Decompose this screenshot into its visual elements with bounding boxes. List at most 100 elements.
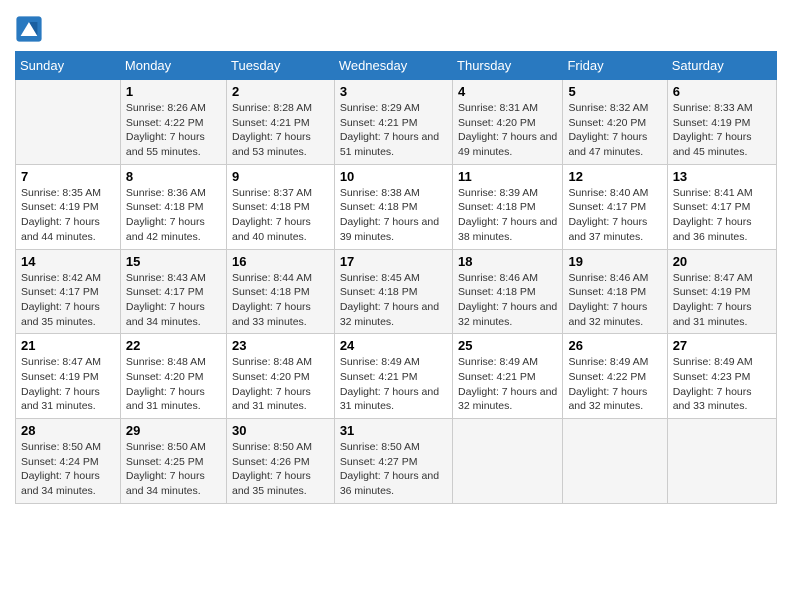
day-number: 25 bbox=[458, 338, 557, 353]
day-cell: 18 Sunrise: 8:46 AMSunset: 4:18 PMDayligh… bbox=[453, 249, 563, 334]
day-info: Sunrise: 8:41 AMSunset: 4:17 PMDaylight:… bbox=[673, 186, 771, 245]
day-cell: 4Sunrise: 8:31 AMSunset: 4:20 PMDaylight… bbox=[453, 80, 563, 165]
day-info: Sunrise: 8:50 AMSunset: 4:26 PMDaylight:… bbox=[232, 440, 329, 499]
day-info: Sunrise: 8:36 AMSunset: 4:18 PMDaylight:… bbox=[126, 186, 221, 245]
header-row: SundayMondayTuesdayWednesdayThursdayFrid… bbox=[16, 52, 777, 80]
day-number: 31 bbox=[340, 423, 447, 438]
day-number: 12 bbox=[568, 169, 661, 184]
day-cell: 23 Sunrise: 8:48 AMSunset: 4:20 PMDayligh… bbox=[227, 334, 335, 419]
day-cell: 14 Sunrise: 8:42 AMSunset: 4:17 PMDayligh… bbox=[16, 249, 121, 334]
day-info: Sunrise: 8:49 AMSunset: 4:21 PMDaylight:… bbox=[458, 355, 557, 414]
day-info: Sunrise: 8:47 AMSunset: 4:19 PMDaylight:… bbox=[673, 271, 771, 330]
day-cell: 9 Sunrise: 8:37 AMSunset: 4:18 PMDaylight… bbox=[227, 164, 335, 249]
day-info: Sunrise: 8:26 AMSunset: 4:22 PMDaylight:… bbox=[126, 101, 221, 160]
day-info: Sunrise: 8:35 AMSunset: 4:19 PMDaylight:… bbox=[21, 186, 115, 245]
day-number: 23 bbox=[232, 338, 329, 353]
header-cell-sunday: Sunday bbox=[16, 52, 121, 80]
day-info: Sunrise: 8:47 AMSunset: 4:19 PMDaylight:… bbox=[21, 355, 115, 414]
logo-icon bbox=[15, 15, 43, 43]
day-number: 2 bbox=[232, 84, 329, 99]
day-info: Sunrise: 8:42 AMSunset: 4:17 PMDaylight:… bbox=[21, 271, 115, 330]
day-cell: 29Sunrise: 8:50 AMSunset: 4:25 PMDayligh… bbox=[120, 419, 226, 504]
day-number: 11 bbox=[458, 169, 557, 184]
day-info: Sunrise: 8:49 AMSunset: 4:21 PMDaylight:… bbox=[340, 355, 447, 414]
day-cell: 28Sunrise: 8:50 AMSunset: 4:24 PMDayligh… bbox=[16, 419, 121, 504]
day-cell: 7 Sunrise: 8:35 AMSunset: 4:19 PMDaylight… bbox=[16, 164, 121, 249]
day-cell: 11 Sunrise: 8:39 AMSunset: 4:18 PMDayligh… bbox=[453, 164, 563, 249]
day-number: 7 bbox=[21, 169, 115, 184]
day-info: Sunrise: 8:49 AMSunset: 4:22 PMDaylight:… bbox=[568, 355, 661, 414]
day-number: 14 bbox=[21, 254, 115, 269]
day-cell: 25 Sunrise: 8:49 AMSunset: 4:21 PMDayligh… bbox=[453, 334, 563, 419]
day-cell: 19 Sunrise: 8:46 AMSunset: 4:18 PMDayligh… bbox=[563, 249, 667, 334]
day-info: Sunrise: 8:48 AMSunset: 4:20 PMDaylight:… bbox=[232, 355, 329, 414]
week-row-1: 1 Sunrise: 8:26 AMSunset: 4:22 PMDaylight… bbox=[16, 80, 777, 165]
day-info: Sunrise: 8:37 AMSunset: 4:18 PMDaylight:… bbox=[232, 186, 329, 245]
day-info: Sunrise: 8:46 AMSunset: 4:18 PMDaylight:… bbox=[568, 271, 661, 330]
day-cell bbox=[453, 419, 563, 504]
day-cell: 12 Sunrise: 8:40 AMSunset: 4:17 PMDayligh… bbox=[563, 164, 667, 249]
day-number: 9 bbox=[232, 169, 329, 184]
week-row-2: 7 Sunrise: 8:35 AMSunset: 4:19 PMDaylight… bbox=[16, 164, 777, 249]
day-number: 29 bbox=[126, 423, 221, 438]
day-cell: 10 Sunrise: 8:38 AMSunset: 4:18 PMDayligh… bbox=[334, 164, 452, 249]
day-info: Sunrise: 8:46 AMSunset: 4:18 PMDaylight:… bbox=[458, 271, 557, 330]
day-cell: 21Sunrise: 8:47 AMSunset: 4:19 PMDayligh… bbox=[16, 334, 121, 419]
day-number: 10 bbox=[340, 169, 447, 184]
day-cell: 15 Sunrise: 8:43 AMSunset: 4:17 PMDayligh… bbox=[120, 249, 226, 334]
day-cell: 3Sunrise: 8:29 AMSunset: 4:21 PMDaylight… bbox=[334, 80, 452, 165]
day-cell: 2 Sunrise: 8:28 AMSunset: 4:21 PMDaylight… bbox=[227, 80, 335, 165]
day-number: 17 bbox=[340, 254, 447, 269]
day-cell bbox=[563, 419, 667, 504]
day-number: 18 bbox=[458, 254, 557, 269]
day-number: 15 bbox=[126, 254, 221, 269]
day-cell: 24 Sunrise: 8:49 AMSunset: 4:21 PMDayligh… bbox=[334, 334, 452, 419]
day-info: Sunrise: 8:40 AMSunset: 4:17 PMDaylight:… bbox=[568, 186, 661, 245]
day-info: Sunrise: 8:44 AMSunset: 4:18 PMDaylight:… bbox=[232, 271, 329, 330]
day-number: 1 bbox=[126, 84, 221, 99]
day-number: 5 bbox=[568, 84, 661, 99]
day-cell: 16 Sunrise: 8:44 AMSunset: 4:18 PMDayligh… bbox=[227, 249, 335, 334]
day-info: Sunrise: 8:31 AMSunset: 4:20 PMDaylight:… bbox=[458, 101, 557, 160]
day-cell bbox=[667, 419, 776, 504]
day-info: Sunrise: 8:43 AMSunset: 4:17 PMDaylight:… bbox=[126, 271, 221, 330]
week-row-4: 21Sunrise: 8:47 AMSunset: 4:19 PMDayligh… bbox=[16, 334, 777, 419]
header-cell-monday: Monday bbox=[120, 52, 226, 80]
day-cell: 1 Sunrise: 8:26 AMSunset: 4:22 PMDaylight… bbox=[120, 80, 226, 165]
day-number: 30 bbox=[232, 423, 329, 438]
day-info: Sunrise: 8:32 AMSunset: 4:20 PMDaylight:… bbox=[568, 101, 661, 160]
day-number: 16 bbox=[232, 254, 329, 269]
day-info: Sunrise: 8:50 AMSunset: 4:24 PMDaylight:… bbox=[21, 440, 115, 499]
day-info: Sunrise: 8:39 AMSunset: 4:18 PMDaylight:… bbox=[458, 186, 557, 245]
header-cell-wednesday: Wednesday bbox=[334, 52, 452, 80]
day-number: 20 bbox=[673, 254, 771, 269]
header-cell-saturday: Saturday bbox=[667, 52, 776, 80]
day-info: Sunrise: 8:38 AMSunset: 4:18 PMDaylight:… bbox=[340, 186, 447, 245]
day-cell: 17 Sunrise: 8:45 AMSunset: 4:18 PMDayligh… bbox=[334, 249, 452, 334]
day-cell: 31 Sunrise: 8:50 AMSunset: 4:27 PMDayligh… bbox=[334, 419, 452, 504]
day-number: 22 bbox=[126, 338, 221, 353]
week-row-5: 28Sunrise: 8:50 AMSunset: 4:24 PMDayligh… bbox=[16, 419, 777, 504]
day-cell: 30 Sunrise: 8:50 AMSunset: 4:26 PMDayligh… bbox=[227, 419, 335, 504]
day-number: 13 bbox=[673, 169, 771, 184]
day-info: Sunrise: 8:28 AMSunset: 4:21 PMDaylight:… bbox=[232, 101, 329, 160]
day-cell: 8Sunrise: 8:36 AMSunset: 4:18 PMDaylight… bbox=[120, 164, 226, 249]
day-number: 3 bbox=[340, 84, 447, 99]
header-cell-tuesday: Tuesday bbox=[227, 52, 335, 80]
calendar-table: SundayMondayTuesdayWednesdayThursdayFrid… bbox=[15, 51, 777, 504]
day-number: 6 bbox=[673, 84, 771, 99]
day-cell: 27Sunrise: 8:49 AMSunset: 4:23 PMDayligh… bbox=[667, 334, 776, 419]
day-info: Sunrise: 8:45 AMSunset: 4:18 PMDaylight:… bbox=[340, 271, 447, 330]
day-info: Sunrise: 8:50 AMSunset: 4:27 PMDaylight:… bbox=[340, 440, 447, 499]
day-number: 24 bbox=[340, 338, 447, 353]
day-number: 19 bbox=[568, 254, 661, 269]
week-row-3: 14 Sunrise: 8:42 AMSunset: 4:17 PMDayligh… bbox=[16, 249, 777, 334]
day-info: Sunrise: 8:49 AMSunset: 4:23 PMDaylight:… bbox=[673, 355, 771, 414]
header-cell-thursday: Thursday bbox=[453, 52, 563, 80]
day-number: 26 bbox=[568, 338, 661, 353]
day-cell: 13 Sunrise: 8:41 AMSunset: 4:17 PMDayligh… bbox=[667, 164, 776, 249]
page-header bbox=[15, 10, 777, 43]
day-cell: 26 Sunrise: 8:49 AMSunset: 4:22 PMDayligh… bbox=[563, 334, 667, 419]
day-info: Sunrise: 8:33 AMSunset: 4:19 PMDaylight:… bbox=[673, 101, 771, 160]
day-cell bbox=[16, 80, 121, 165]
